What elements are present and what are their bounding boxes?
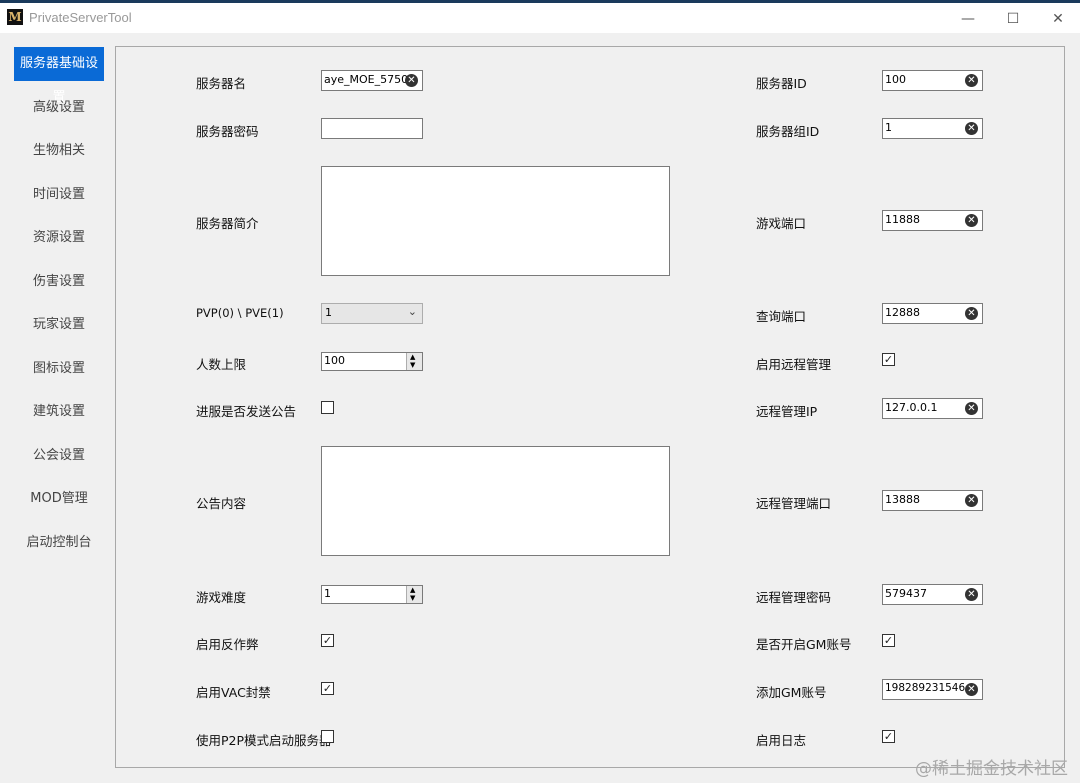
clear-icon[interactable]: ✕ [965, 402, 978, 415]
query-port-input[interactable]: 12888 ✕ [882, 303, 983, 324]
server-name-input[interactable]: aye_MOE_5750 ✕ [321, 70, 423, 91]
sidebar-item-advanced[interactable]: 高级设置 [14, 91, 104, 125]
difficulty-spinbox[interactable]: 1 ▲ ▼ [321, 585, 423, 604]
p2p-mode-label: 使用P2P模式启动服务器 [196, 733, 332, 748]
log-enabled-label: 启用日志 [756, 733, 807, 748]
p2p-mode-checkbox[interactable] [321, 730, 334, 743]
spin-down-icon[interactable]: ▼ [410, 361, 415, 369]
server-group-id-input[interactable]: 1 ✕ [882, 118, 983, 139]
server-group-id-label: 服务器组ID [756, 124, 820, 139]
rcon-port-value: 13888 [885, 493, 920, 506]
rcon-password-input[interactable]: 579437 ✕ [882, 584, 983, 605]
server-id-value: 100 [885, 73, 906, 86]
clear-icon[interactable]: ✕ [965, 683, 978, 696]
game-port-value: 11888 [885, 213, 920, 226]
sidebar-item-mods[interactable]: MOD管理 [14, 482, 104, 516]
announce-content-label: 公告内容 [196, 496, 247, 511]
sidebar-item-console[interactable]: 启动控制台 [14, 526, 104, 560]
sidebar-item-basic-settings[interactable]: 服务器基础设置 [14, 47, 104, 105]
sidebar-item-creatures[interactable]: 生物相关 [14, 134, 104, 168]
settings-panel: 服务器名 aye_MOE_5750 ✕ 服务器密码 服务器简介 PVP(0) \… [115, 46, 1065, 768]
clear-icon[interactable]: ✕ [965, 74, 978, 87]
spin-buttons[interactable]: ▲ ▼ [406, 353, 422, 370]
rcon-password-label: 远程管理密码 [756, 590, 832, 605]
server-id-input[interactable]: 100 ✕ [882, 70, 983, 91]
gm-add-value: 198289231546 [885, 682, 966, 694]
log-enabled-checkbox[interactable]: ✓ [882, 730, 895, 743]
clear-icon[interactable]: ✕ [965, 122, 978, 135]
maximize-button[interactable]: ☐ [991, 5, 1035, 33]
server-desc-textarea[interactable] [321, 166, 670, 276]
vac-ban-label: 启用VAC封禁 [196, 685, 271, 700]
server-group-id-value: 1 [885, 121, 892, 134]
rcon-password-value: 579437 [885, 587, 927, 600]
server-name-label: 服务器名 [196, 76, 247, 91]
rcon-enabled-label: 启用远程管理 [756, 357, 832, 372]
window-title: PrivateServerTool [29, 10, 132, 25]
chevron-down-icon: ⌄ [407, 305, 417, 318]
clear-icon[interactable]: ✕ [965, 214, 978, 227]
server-name-value: aye_MOE_5750 [324, 73, 409, 86]
anti-cheat-checkbox[interactable]: ✓ [321, 634, 334, 647]
sidebar-item-player[interactable]: 玩家设置 [14, 308, 104, 342]
clear-icon[interactable]: ✕ [405, 74, 418, 87]
gm-add-label: 添加GM账号 [756, 685, 827, 700]
rcon-ip-label: 远程管理IP [756, 404, 818, 419]
rcon-enabled-checkbox[interactable]: ✓ [882, 353, 895, 366]
max-players-value: 100 [324, 354, 345, 367]
sidebar-item-time[interactable]: 时间设置 [14, 178, 104, 212]
title-bar: M PrivateServerTool — ☐ ✕ [0, 0, 1080, 33]
watermark: @稀土掘金技术社区 [915, 759, 1068, 779]
sidebar-item-icons[interactable]: 图标设置 [14, 352, 104, 386]
gm-enabled-checkbox[interactable]: ✓ [882, 634, 895, 647]
difficulty-value: 1 [324, 587, 331, 600]
game-port-input[interactable]: 11888 ✕ [882, 210, 983, 231]
announce-content-textarea[interactable] [321, 446, 670, 556]
gm-enabled-label: 是否开启GM账号 [756, 637, 852, 652]
clear-icon[interactable]: ✕ [965, 494, 978, 507]
sidebar-item-damage[interactable]: 伤害设置 [14, 265, 104, 299]
anti-cheat-label: 启用反作弊 [196, 637, 259, 652]
spin-up-icon[interactable]: ▲ [410, 586, 415, 594]
join-announce-label: 进服是否发送公告 [196, 404, 297, 419]
rcon-ip-input[interactable]: 127.0.0.1 ✕ [882, 398, 983, 419]
spin-buttons[interactable]: ▲ ▼ [406, 586, 422, 603]
app-icon: M [7, 9, 23, 25]
difficulty-label: 游戏难度 [196, 590, 247, 605]
max-players-label: 人数上限 [196, 357, 247, 372]
server-password-input[interactable] [321, 118, 423, 139]
game-port-label: 游戏端口 [756, 216, 807, 231]
query-port-value: 12888 [885, 306, 920, 319]
spin-down-icon[interactable]: ▼ [410, 594, 415, 602]
close-button[interactable]: ✕ [1036, 5, 1080, 33]
join-announce-checkbox[interactable] [321, 401, 334, 414]
max-players-spinbox[interactable]: 100 ▲ ▼ [321, 352, 423, 371]
vac-ban-checkbox[interactable]: ✓ [321, 682, 334, 695]
server-desc-label: 服务器简介 [196, 216, 259, 231]
sidebar: 服务器基础设置 高级设置 生物相关 时间设置 资源设置 伤害设置 玩家设置 图标… [0, 33, 115, 783]
server-id-label: 服务器ID [756, 76, 807, 91]
rcon-port-input[interactable]: 13888 ✕ [882, 490, 983, 511]
sidebar-item-resources[interactable]: 资源设置 [14, 221, 104, 255]
clear-icon[interactable]: ✕ [965, 307, 978, 320]
query-port-label: 查询端口 [756, 309, 807, 324]
pvp-pve-select[interactable]: 1 ⌄ [321, 303, 423, 324]
rcon-port-label: 远程管理端口 [756, 496, 832, 511]
spin-up-icon[interactable]: ▲ [410, 353, 415, 361]
pvp-pve-label: PVP(0) \ PVE(1) [196, 306, 284, 320]
server-password-label: 服务器密码 [196, 124, 259, 139]
sidebar-item-building[interactable]: 建筑设置 [14, 395, 104, 429]
rcon-ip-value: 127.0.0.1 [885, 401, 938, 414]
clear-icon[interactable]: ✕ [965, 588, 978, 601]
sidebar-item-guild[interactable]: 公会设置 [14, 439, 104, 473]
pvp-pve-value: 1 [325, 306, 332, 319]
minimize-button[interactable]: — [946, 5, 990, 33]
gm-add-input[interactable]: 198289231546 ✕ [882, 679, 983, 700]
